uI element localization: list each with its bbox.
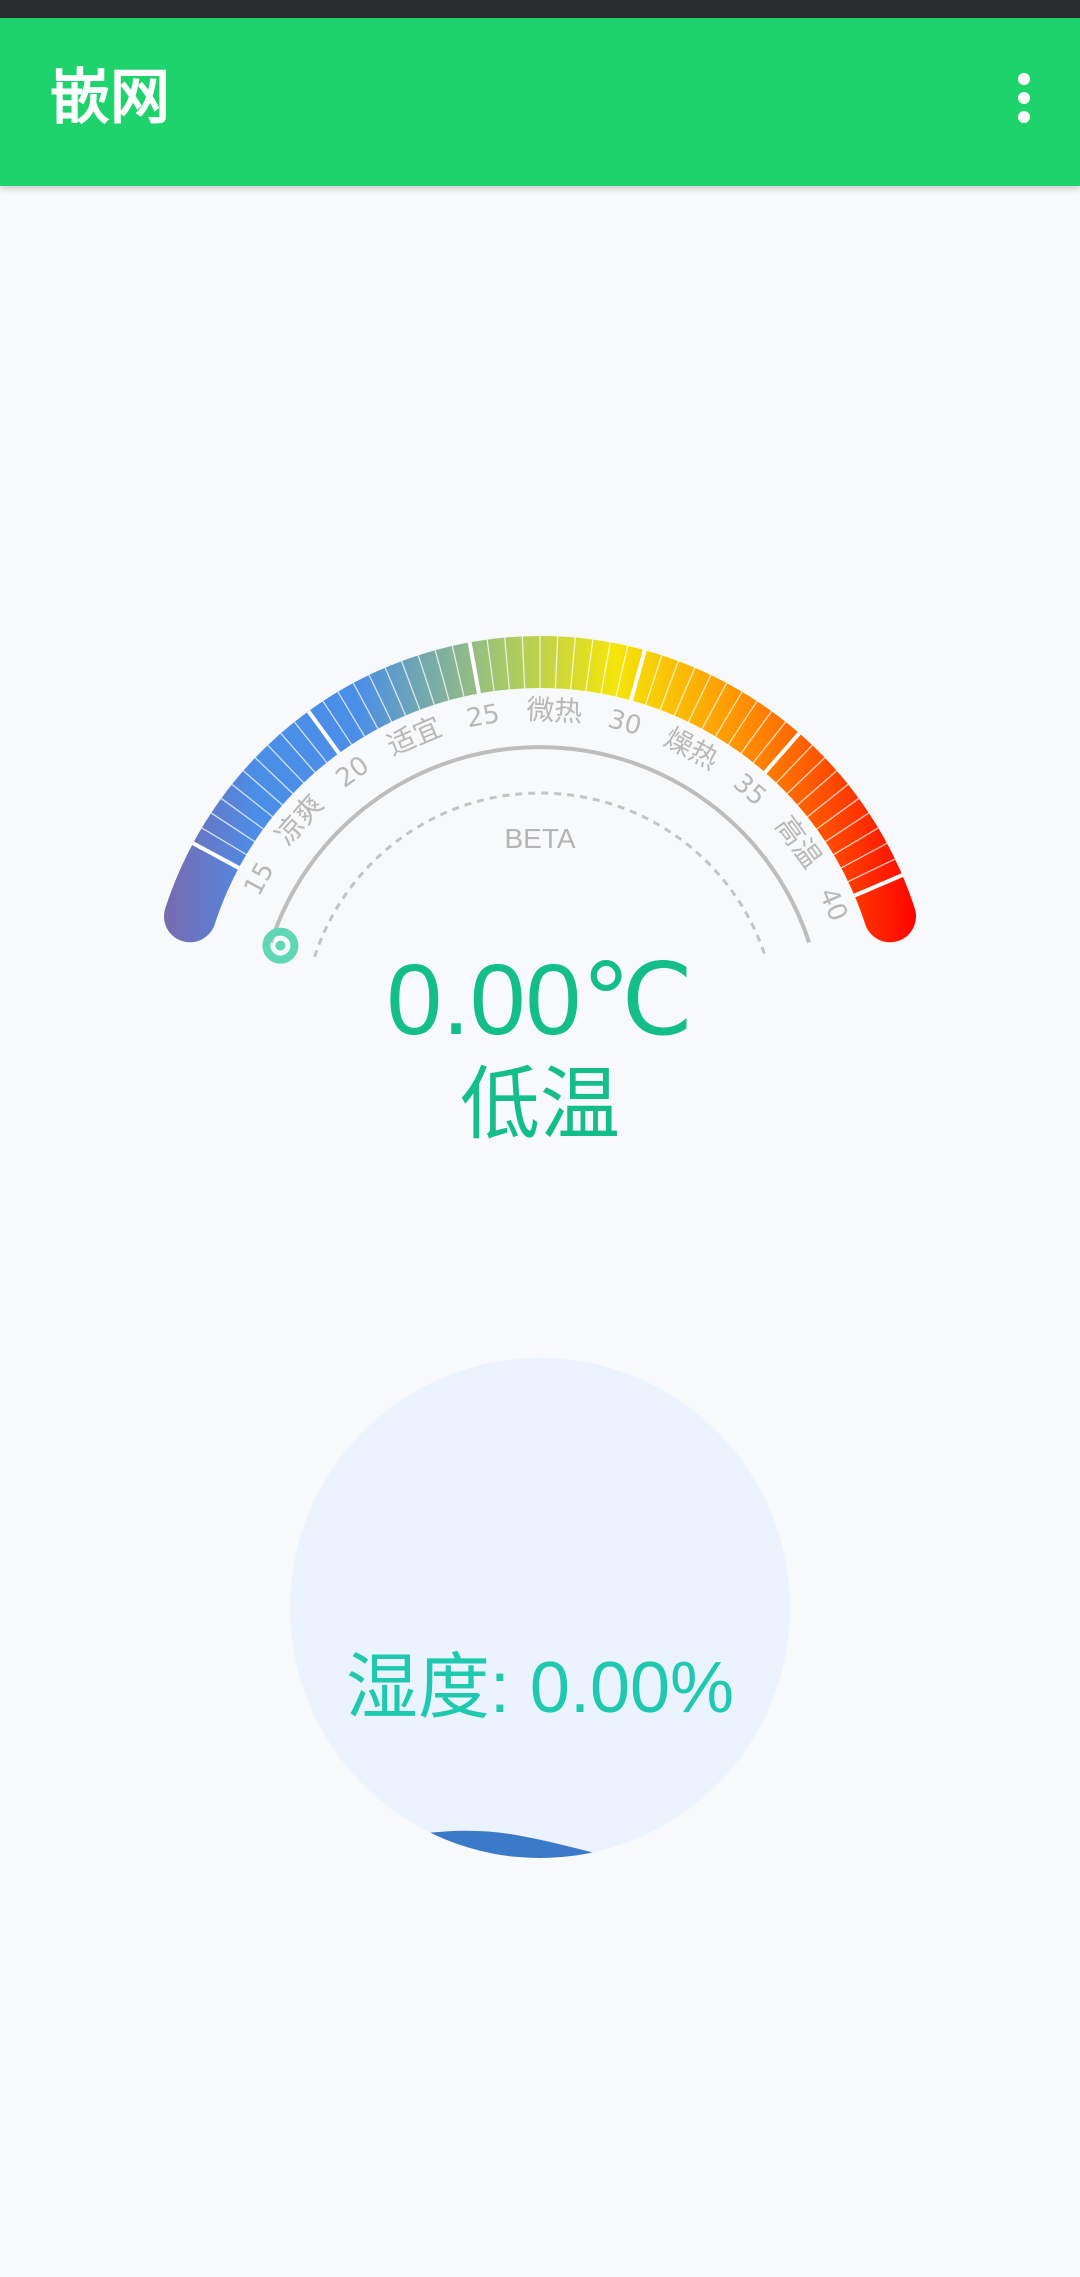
menu-dot [1018,111,1030,123]
humidity-label: 湿度: 0.00% [345,1648,735,1728]
gauge-dashed-arc [313,791,767,958]
app-title: 嵌网 [50,63,170,133]
menu-dot [1018,73,1030,85]
tick-label-15: 15 [239,857,281,900]
app-bar: 嵌网 [0,18,1080,186]
beta-label: BETA [504,823,575,854]
tick-label-40: 40 [813,884,854,926]
temperature-status: 低温 [460,1058,620,1151]
tick-label-30: 30 [605,704,645,742]
zone-label-2: 微热 [526,693,583,728]
status-bar [0,0,1080,18]
menu-dot [1018,92,1030,104]
humidity-circle [290,1358,790,1858]
more-vert-icon[interactable] [988,62,1060,134]
tick-label-35: 35 [727,768,772,812]
temperature-value: 0.00℃ [386,944,694,1056]
humidity-wave [308,1830,617,1858]
tick-label-20: 20 [331,750,375,794]
tick-label-25: 25 [464,699,502,734]
